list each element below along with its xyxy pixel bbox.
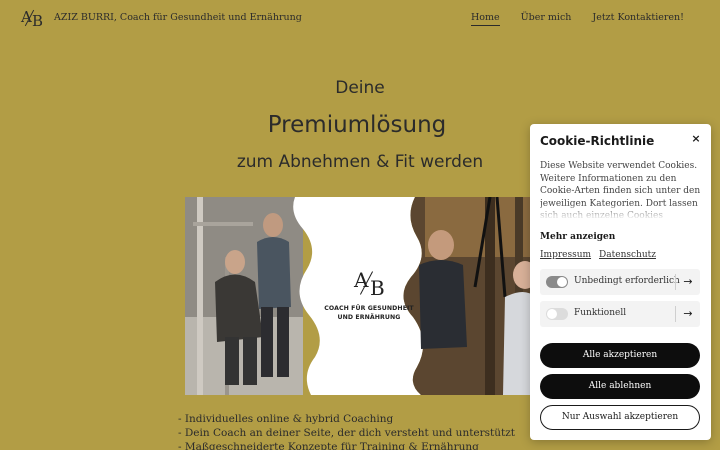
left-photo <box>185 197 303 395</box>
cookie-category-necessary: Unbedingt erforderlich → <box>540 269 700 295</box>
nav-about[interactable]: Über mich <box>521 12 572 26</box>
reject-all-button[interactable]: Alle ablehnen <box>540 374 700 399</box>
site-logo[interactable]: A B <box>20 8 44 30</box>
site-title[interactable]: AZIZ BURRI, Coach für Gesundheit und Ern… <box>54 12 302 23</box>
hero-heading-line1: Deine <box>335 78 385 98</box>
arrow-right-icon[interactable]: → <box>680 274 696 290</box>
show-more-link[interactable]: Mehr anzeigen <box>540 232 615 242</box>
emblem-text-line2: UND ERNÄHRUNG <box>337 314 401 321</box>
divider <box>675 306 676 322</box>
emblem-logo: A B <box>352 268 386 300</box>
cookie-title: Cookie-Richtlinie <box>540 134 655 148</box>
list-item: - Dein Coach an deiner Seite, der dich v… <box>178 427 515 439</box>
cookie-description-box[interactable]: Diese Website verwendet Cookies. Weitere… <box>540 160 704 220</box>
accept-selection-button[interactable]: Nur Auswahl akzeptieren <box>540 405 700 430</box>
category-label: Unbedingt erforderlich <box>574 276 680 286</box>
description-fade <box>540 204 704 220</box>
toggle-knob <box>557 277 567 287</box>
nav-contact[interactable]: Jetzt Kontaktieren! <box>592 12 684 26</box>
list-item: - Individuelles online & hybrid Coaching <box>178 413 394 425</box>
accept-all-button[interactable]: Alle akzeptieren <box>540 343 700 368</box>
divider <box>675 274 676 290</box>
logo-letter-b: B <box>32 12 44 30</box>
necessary-toggle[interactable] <box>546 276 568 288</box>
cookie-links: Impressum Datenschutz <box>540 250 656 260</box>
category-label: Funktionell <box>574 308 627 318</box>
emblem-letter-b: B <box>370 276 385 300</box>
emblem-text: COACH FÜR GESUNDHEIT UND ERNÄHRUNG <box>314 304 424 322</box>
cookie-banner: Cookie-Richtlinie × Diese Website verwen… <box>530 124 711 440</box>
site-header: A B AZIZ BURRI, Coach für Gesundheit und… <box>0 0 720 38</box>
functional-toggle[interactable] <box>546 308 568 320</box>
arrow-right-icon[interactable]: → <box>680 306 696 322</box>
cookie-category-functional: Funktionell → <box>540 301 700 327</box>
close-icon[interactable]: × <box>689 132 703 146</box>
impressum-link[interactable]: Impressum <box>540 250 591 260</box>
nav-home[interactable]: Home <box>471 12 500 26</box>
feature-list: - Individuelles online & hybrid Coaching… <box>178 412 515 450</box>
datenschutz-link[interactable]: Datenschutz <box>599 250 656 260</box>
main-nav: Home Über mich Jetzt Kontaktieren! <box>471 12 684 26</box>
brand-emblem: A B COACH FÜR GESUNDHEIT UND ERNÄHRUNG <box>314 268 424 322</box>
list-item: - Maßgeschneiderte Konzepte für Training… <box>178 441 479 450</box>
toggle-knob <box>547 309 557 319</box>
emblem-text-line1: COACH FÜR GESUNDHEIT <box>324 305 414 312</box>
